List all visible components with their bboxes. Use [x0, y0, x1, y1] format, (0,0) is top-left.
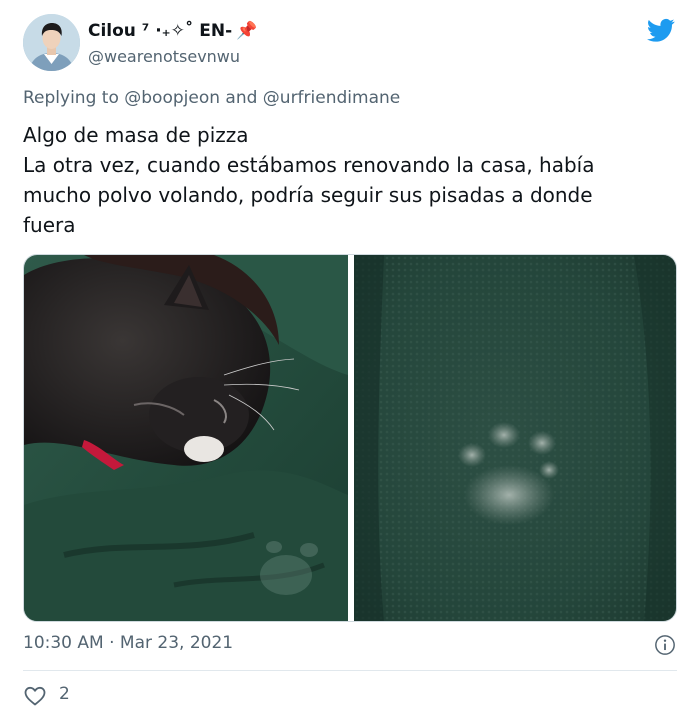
reply-prefix: Replying to — [23, 88, 119, 108]
pin-icon: 📌 — [236, 21, 258, 41]
tweet-card: Cilou ⁷ ·₊✧˚ EN- 📌 @wearenotsevnwu Replyi… — [0, 0, 700, 724]
tweet-text-line: Algo de masa de pizza — [23, 123, 249, 147]
tweet-body: Algo de masa de pizza La otra vez, cuand… — [23, 120, 673, 240]
photo-cat-sleeping[interactable] — [24, 255, 348, 621]
mention-link-2[interactable]: @urfriendimane — [263, 88, 400, 108]
heart-icon[interactable] — [23, 684, 47, 708]
display-name-text: Cilou ⁷ ·₊✧˚ EN- — [88, 21, 233, 41]
avatar[interactable] — [23, 14, 80, 71]
tweet-text-line: fuera — [23, 213, 76, 237]
like-count: 2 — [59, 684, 70, 704]
tweet-text-line: mucho polvo volando, podría seguir sus p… — [23, 183, 593, 207]
tweet-timestamp[interactable]: 10:30 AM · Mar 23, 2021 — [23, 633, 233, 653]
media-grid — [23, 254, 677, 622]
photo-paw-print[interactable] — [354, 255, 676, 621]
divider — [23, 670, 677, 671]
tweet-text-line: La otra vez, cuando estábamos renovando … — [23, 153, 595, 177]
username[interactable]: @wearenotsevnwu — [88, 47, 240, 66]
replying-to: Replying to @boopjeon and @urfriendimane — [23, 88, 400, 108]
reply-conjunction: and — [225, 88, 258, 108]
info-icon[interactable] — [654, 634, 676, 656]
mention-link-1[interactable]: @boopjeon — [124, 88, 220, 108]
display-name[interactable]: Cilou ⁷ ·₊✧˚ EN- 📌 — [88, 21, 257, 41]
twitter-bird-icon[interactable] — [645, 16, 677, 44]
